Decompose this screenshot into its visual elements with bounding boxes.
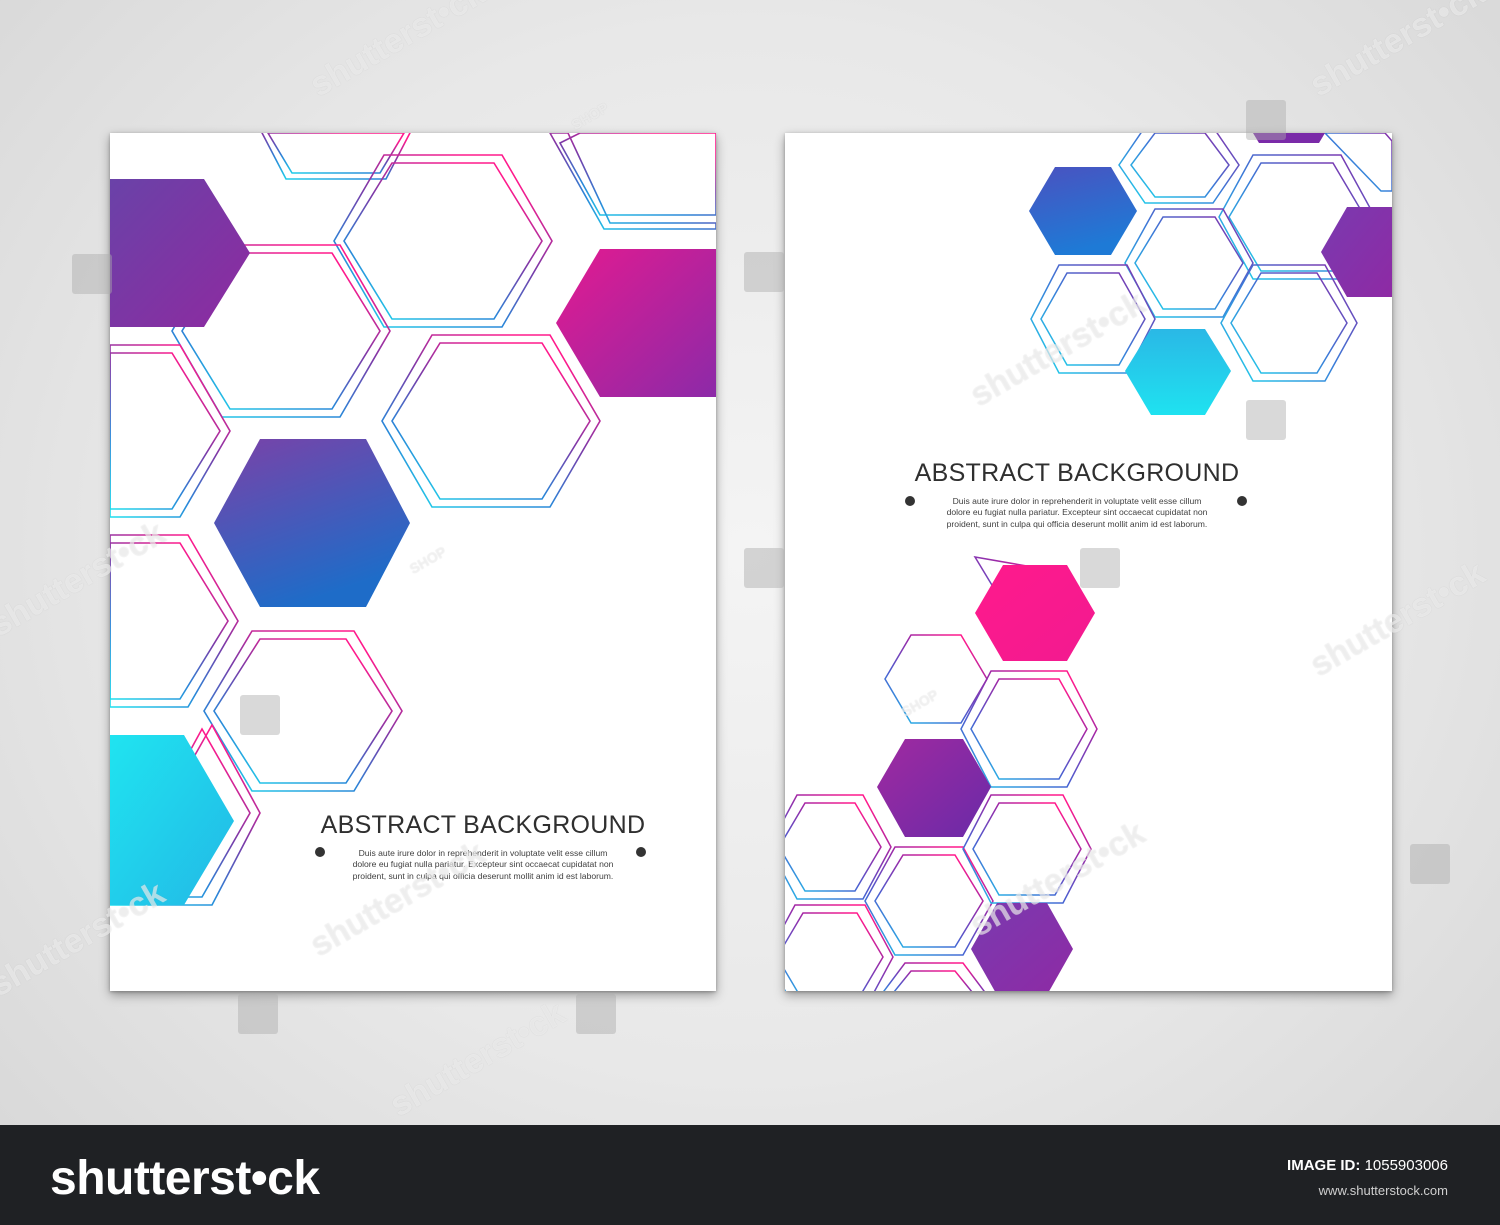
body-line: Duis aute irure dolor in reprehenderit i… — [358, 848, 608, 858]
body-line: proident, sunt in culpa qui officia dese… — [946, 518, 1208, 529]
image-id-value: 1055903006 — [1364, 1157, 1448, 1174]
watermark-text: shutterst•ck — [1303, 0, 1492, 105]
card-body: Duis aute irure dolor in reprehenderit i… — [897, 496, 1257, 530]
hexagon-pattern-right — [785, 133, 1392, 991]
shutterstock-logo[interactable]: shutterst•ck — [50, 1151, 320, 1206]
hex-filled-cyan-top — [1125, 329, 1231, 415]
hex-filled-blue — [214, 439, 410, 607]
text-block-left: ABSTRACT BACKGROUND Duis aute irure dolo… — [308, 811, 658, 882]
body-line: proident, sunt in culpa qui officia dese… — [352, 870, 614, 881]
card-body: Duis aute irure dolor in reprehenderit i… — [308, 848, 658, 882]
bullet-dot-right — [636, 847, 646, 857]
image-id-label: IMAGE ID: — [1287, 1157, 1361, 1174]
hex-filled-purple-corner — [971, 903, 1073, 991]
watermark-icon — [72, 254, 112, 294]
brochure-right: ABSTRACT BACKGROUND Duis aute irure dolo… — [785, 133, 1392, 991]
hex-filled-blue-top — [1029, 167, 1137, 255]
watermark-icon — [744, 548, 784, 588]
hex-filled-magenta — [556, 249, 716, 397]
hex-filled-cyan — [110, 735, 234, 905]
body-line: dolore eu fugiat nulla pariatur. Excepte… — [946, 507, 1208, 518]
watermark-text: shutterst•ck — [383, 993, 572, 1125]
watermark-text: shutterst•ck — [303, 0, 492, 105]
hex-filled-purple-top — [1321, 207, 1392, 297]
watermark-icon — [238, 994, 278, 1034]
watermark-icon — [576, 994, 616, 1034]
brochure-left: ABSTRACT BACKGROUND Duis aute irure dolo… — [110, 133, 716, 991]
hex-filled-magenta-bottom — [975, 565, 1095, 661]
watermark-shop: SHOP — [568, 99, 612, 133]
watermark-icon — [1410, 844, 1450, 884]
hex-filled-purple — [110, 179, 250, 327]
body-line: dolore eu fugiat nulla pariatur. Excepte… — [352, 859, 614, 870]
bullet-dot-left — [315, 847, 325, 857]
bullet-dot-left — [905, 496, 915, 506]
footer-bar: shutterst•ck IMAGE ID: 1055903006 www.sh… — [0, 1125, 1500, 1225]
card-title: ABSTRACT BACKGROUND — [320, 811, 646, 839]
watermark-icon — [744, 252, 784, 292]
body-line: Duis aute irure dolor in reprehenderit i… — [952, 496, 1202, 506]
card-title: ABSTRACT BACKGROUND — [914, 459, 1240, 487]
image-id: IMAGE ID: 1055903006 — [1287, 1157, 1448, 1174]
text-block-right: ABSTRACT BACKGROUND Duis aute irure dolo… — [897, 459, 1257, 530]
site-link[interactable]: www.shutterstock.com — [1319, 1183, 1448, 1198]
hex-filled-sliver — [1253, 133, 1325, 143]
bullet-dot-right — [1237, 496, 1247, 506]
